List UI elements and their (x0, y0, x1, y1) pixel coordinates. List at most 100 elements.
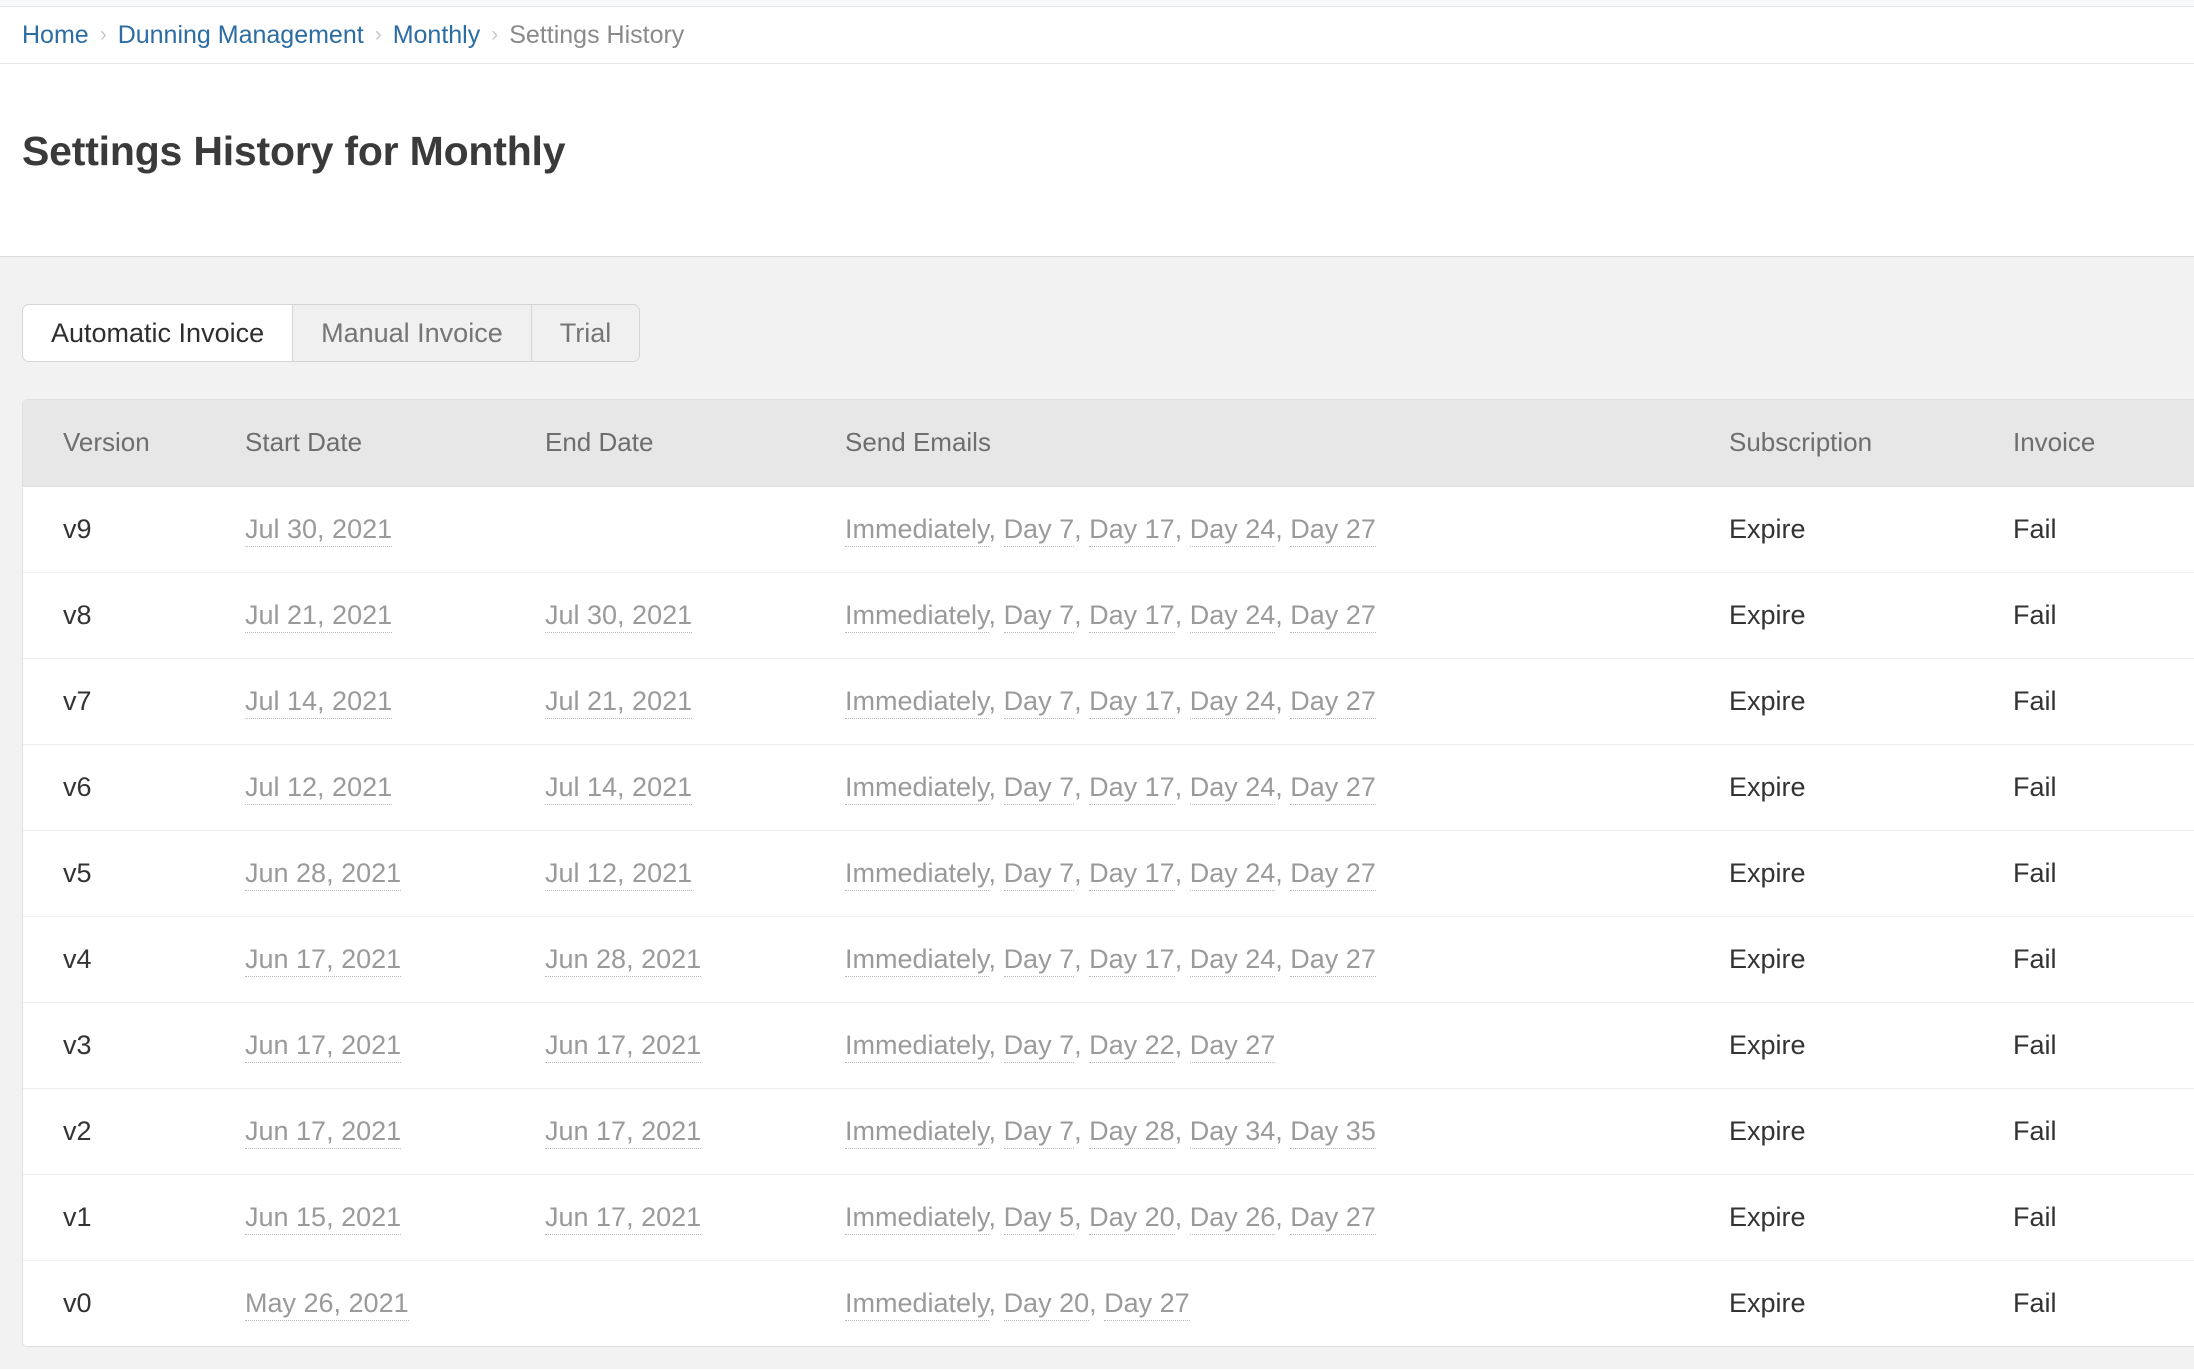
send-email-token[interactable]: Day 34 (1189, 1115, 1276, 1149)
send-email-token[interactable]: Day 17 (1089, 685, 1175, 719)
send-email-token[interactable]: Day 17 (1089, 513, 1175, 547)
send-email-token[interactable]: Immediately (845, 599, 989, 633)
cell-end-date: Jul 14, 2021 (541, 743, 841, 830)
breadcrumb-item-monthly[interactable]: Monthly (393, 22, 481, 48)
send-emails-separator: , (1275, 513, 1291, 544)
send-email-token[interactable]: Immediately (845, 1115, 989, 1149)
send-email-token[interactable]: Immediately (845, 943, 989, 977)
send-email-token[interactable]: Day 7 (1003, 857, 1075, 891)
start-date-value[interactable]: Jun 17, 2021 (245, 1029, 402, 1063)
send-email-token[interactable]: Day 17 (1089, 943, 1175, 977)
start-date-value[interactable]: Jun 17, 2021 (245, 943, 402, 977)
table-row[interactable]: v2 Jun 17, 2021 Jun 17, 2021 Immediately, D… (23, 1087, 2194, 1174)
send-emails-separator: , (1174, 857, 1190, 888)
table-row[interactable]: v9 Jul 30, 2021 Immediately, Day 7, Day 17… (23, 486, 2194, 572)
send-email-token[interactable]: Day 27 (1290, 943, 1376, 977)
send-email-token[interactable]: Day 22 (1089, 1029, 1175, 1063)
send-email-token[interactable]: Day 26 (1189, 1201, 1276, 1235)
send-email-token[interactable]: Day 7 (1003, 513, 1075, 547)
send-email-token[interactable]: Immediately (845, 685, 989, 719)
send-emails-separator: , (1275, 599, 1291, 630)
end-date-value[interactable]: Jun 17, 2021 (545, 1115, 702, 1149)
send-email-token[interactable]: Immediately (845, 513, 989, 547)
send-email-token[interactable]: Day 27 (1104, 1287, 1190, 1321)
start-date-value[interactable]: Jun 15, 2021 (245, 1201, 402, 1235)
send-email-token[interactable]: Day 27 (1290, 513, 1376, 547)
send-email-token[interactable]: Day 7 (1003, 685, 1075, 719)
start-date-value[interactable]: Jul 14, 2021 (245, 685, 393, 719)
breadcrumb-separator-icon: › (99, 22, 107, 46)
send-email-token[interactable]: Day 24 (1189, 599, 1276, 633)
send-email-token[interactable]: Day 24 (1189, 943, 1276, 977)
start-date-value[interactable]: Jun 28, 2021 (245, 857, 402, 891)
send-email-token[interactable]: Day 20 (1003, 1287, 1090, 1321)
send-emails-separator: , (1074, 771, 1090, 802)
send-email-token[interactable]: Day 27 (1290, 599, 1376, 633)
start-date-value[interactable]: Jul 12, 2021 (245, 771, 393, 805)
tab-manual-invoice[interactable]: Manual Invoice (293, 305, 532, 361)
cell-subscription: Expire (1725, 657, 2009, 744)
tab-automatic-invoice[interactable]: Automatic Invoice (23, 305, 294, 361)
table-row[interactable]: v7 Jul 14, 2021 Jul 21, 2021 Immediately, D… (23, 657, 2194, 744)
send-email-token[interactable]: Day 17 (1089, 857, 1175, 891)
send-email-token[interactable]: Day 27 (1189, 1029, 1276, 1063)
send-email-token[interactable]: Day 17 (1089, 599, 1175, 633)
table-row[interactable]: v5 Jun 28, 2021 Jul 12, 2021 Immediately, D… (23, 829, 2194, 916)
end-date-value[interactable]: Jun 17, 2021 (545, 1029, 702, 1063)
table-row[interactable]: v4 Jun 17, 2021 Jun 28, 2021 Immediately, D… (23, 915, 2194, 1002)
version-label: v5 (63, 857, 92, 888)
subscription-value: Expire (1729, 599, 1806, 630)
cell-end-date: Jun 17, 2021 (541, 1001, 841, 1088)
send-email-token[interactable]: Day 7 (1003, 599, 1075, 633)
send-email-token[interactable]: Immediately (845, 857, 989, 891)
send-email-token[interactable]: Day 5 (1003, 1201, 1075, 1235)
end-date-value[interactable]: Jul 21, 2021 (545, 685, 693, 719)
send-email-token[interactable]: Day 24 (1189, 513, 1276, 547)
end-date-value[interactable]: Jul 30, 2021 (545, 599, 693, 633)
send-email-token[interactable]: Immediately (845, 1201, 989, 1235)
table-row[interactable]: v0 May 26, 2021 Immediately, Day 20, Day 2… (23, 1259, 2194, 1346)
cell-subscription: Expire (1725, 486, 2009, 572)
tab-trial[interactable]: Trial (531, 305, 640, 361)
cell-version: v0 (23, 1259, 241, 1346)
end-date-value[interactable]: Jul 12, 2021 (545, 857, 693, 891)
end-date-value[interactable]: Jun 17, 2021 (545, 1201, 702, 1235)
table-row[interactable]: v6 Jul 12, 2021 Jul 14, 2021 Immediately, D… (23, 743, 2194, 830)
start-date-value[interactable]: May 26, 2021 (245, 1287, 409, 1321)
send-email-token[interactable]: Day 24 (1189, 857, 1276, 891)
send-email-token[interactable]: Day 7 (1003, 943, 1075, 977)
settings-history-table-container: Version Start Date End Date Send Emails Subs… (22, 399, 2194, 1347)
cell-version: v2 (23, 1087, 241, 1174)
start-date-value[interactable]: Jul 21, 2021 (245, 599, 393, 633)
send-email-token[interactable]: Day 27 (1290, 857, 1376, 891)
breadcrumb-item-dunning-management[interactable]: Dunning Management (118, 22, 364, 48)
send-email-token[interactable]: Day 17 (1089, 771, 1175, 805)
send-emails-list: Immediately, Day 7, Day 17, Day 24, Day … (845, 599, 1376, 633)
send-email-token[interactable]: Immediately (845, 1029, 989, 1063)
send-email-token[interactable]: Day 24 (1189, 771, 1276, 805)
invoice-value: Fail (2013, 771, 2057, 802)
send-email-token[interactable]: Day 20 (1089, 1201, 1175, 1235)
send-email-token[interactable]: Immediately (845, 1287, 989, 1321)
end-date-value[interactable]: Jun 28, 2021 (545, 943, 702, 977)
send-email-token[interactable]: Day 27 (1290, 685, 1376, 719)
send-email-token[interactable]: Day 7 (1003, 771, 1075, 805)
send-email-token[interactable]: Day 24 (1189, 685, 1276, 719)
table-row[interactable]: v1 Jun 15, 2021 Jun 17, 2021 Immediately, D… (23, 1173, 2194, 1260)
send-email-token[interactable]: Day 35 (1290, 1115, 1376, 1149)
end-date-value[interactable]: Jul 14, 2021 (545, 771, 693, 805)
send-email-token[interactable]: Day 7 (1003, 1029, 1075, 1063)
start-date-value[interactable]: Jul 30, 2021 (245, 513, 393, 547)
send-email-token[interactable]: Day 27 (1290, 771, 1376, 805)
table-row[interactable]: v3 Jun 17, 2021 Jun 17, 2021 Immediately, D… (23, 1001, 2194, 1088)
breadcrumb-item-home[interactable]: Home (22, 22, 89, 48)
send-email-token[interactable]: Immediately (845, 771, 989, 805)
invoice-value: Fail (2013, 1115, 2057, 1146)
subscription-value: Expire (1729, 1115, 1806, 1146)
table-row[interactable]: v8 Jul 21, 2021 Jul 30, 2021 Immediately, D… (23, 571, 2194, 658)
start-date-value[interactable]: Jun 17, 2021 (245, 1115, 402, 1149)
send-email-token[interactable]: Day 27 (1290, 1201, 1376, 1235)
send-email-token[interactable]: Day 28 (1089, 1115, 1175, 1149)
page-title: Settings History for Monthly (22, 128, 566, 174)
send-email-token[interactable]: Day 7 (1003, 1115, 1075, 1149)
